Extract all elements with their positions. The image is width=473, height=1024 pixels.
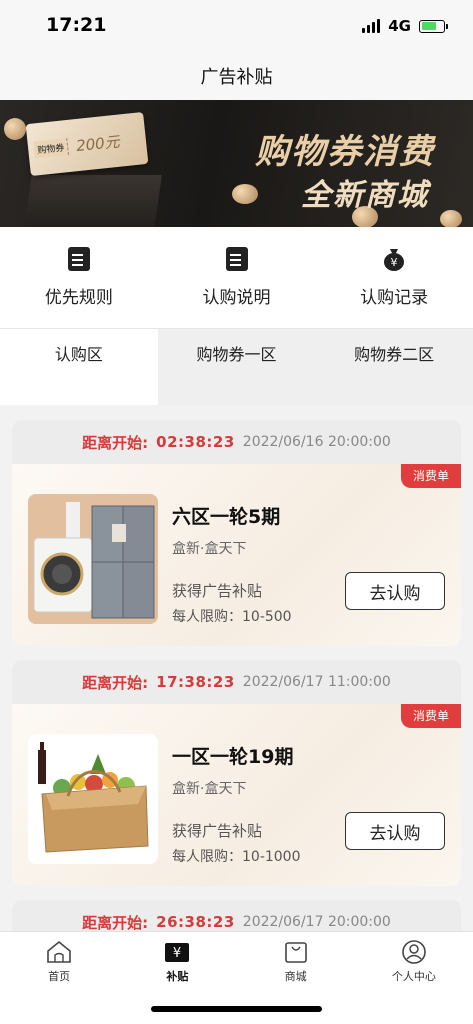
tabbar-label: 个人中心: [391, 970, 436, 983]
tabbar-label: 补贴: [166, 970, 189, 983]
subsidy-icon: ¥: [164, 940, 190, 964]
zone-tabs: 认购区 购物券一区 购物券二区: [0, 329, 473, 405]
product-title: 六区一轮5期: [172, 506, 281, 528]
start-date: 2022/06/17 20:00:00: [242, 914, 391, 930]
tabbar-home[interactable]: 首页: [0, 932, 118, 1024]
countdown-label: 距离开始:: [82, 433, 149, 452]
banner-stage: [24, 175, 162, 227]
status-bar: 17:21 4G: [0, 0, 473, 52]
card-countdown: 距离开始: 02:38:23 2022/06/16 20:00:00: [12, 420, 461, 464]
product-image-appliances: [28, 494, 158, 624]
countdown-label: 距离开始:: [82, 673, 149, 692]
tab-coupon-zone-1[interactable]: 购物券一区: [158, 329, 316, 405]
card-body: 消费单 一区一轮19期 盒新·盒天下 获得广告补贴 每人限购：10-1000 去…: [12, 704, 461, 886]
coin-icon: [4, 118, 26, 140]
nav-bar: 广告补贴: [0, 52, 473, 100]
profile-icon: [401, 940, 427, 964]
status-time: 17:21: [46, 14, 107, 36]
banner-headline: 购物券消费: [255, 132, 435, 172]
coupon-tag: 购物券: [33, 137, 70, 158]
purchase-limit: 每人限购：10-1000: [172, 849, 301, 865]
card-body: 消费单 六区一轮5期 盒新·盒天下 获得广告补贴 每人限购：10-500 去认购: [12, 464, 461, 646]
subscribe-button[interactable]: 去认购: [345, 572, 445, 610]
countdown-time: 17:38:23: [156, 673, 235, 691]
coupon-amount: 200元: [75, 132, 121, 155]
coin-icon: [232, 184, 258, 204]
subscribe-button[interactable]: 去认购: [345, 812, 445, 850]
battery-icon: [419, 19, 448, 33]
svg-text:¥: ¥: [173, 946, 181, 961]
countdown-time: 26:38:23: [156, 913, 235, 931]
countdown-label: 距离开始:: [82, 913, 149, 932]
tabbar-profile[interactable]: 个人中心: [355, 932, 473, 1024]
shortcut-label: 认购说明: [202, 288, 271, 308]
product-benefit: 获得广告补贴: [172, 582, 263, 600]
page-title: 广告补贴: [200, 67, 273, 88]
promo-banner[interactable]: 购物券 200元 购物券消费 全新商城: [0, 100, 473, 227]
product-subtitle: 盒新·盒天下: [172, 781, 247, 797]
shortcut-label: 优先规则: [44, 288, 113, 308]
tab-subscription-zone[interactable]: 认购区: [0, 329, 158, 405]
tab-coupon-zone-2[interactable]: 购物券二区: [315, 329, 473, 405]
shortcut-subscription-guide[interactable]: 认购说明: [158, 227, 316, 328]
coin-icon: [440, 210, 462, 227]
shortcut-label: 认购记录: [360, 288, 429, 308]
document-icon: [67, 247, 90, 271]
product-card[interactable]: 距离开始: 02:38:23 2022/06/16 20:00:00 消费单 六…: [12, 420, 461, 646]
signal-icon: [362, 19, 381, 33]
banner-subheadline: 全新商城: [301, 178, 429, 213]
svg-text:¥: ¥: [391, 256, 398, 269]
product-benefit: 获得广告补贴: [172, 822, 263, 840]
network-label: 4G: [388, 17, 411, 35]
document-icon: [225, 247, 248, 271]
product-subtitle: 盒新·盒天下: [172, 541, 247, 557]
consumption-tag: 消费单: [400, 704, 461, 728]
home-icon: [46, 940, 72, 964]
tabbar-label: 首页: [48, 970, 71, 983]
home-indicator: [151, 1006, 322, 1012]
coupon-graphic: 购物券 200元: [25, 111, 149, 177]
card-countdown: 距离开始: 17:38:23 2022/06/17 11:00:00: [12, 660, 461, 704]
purchase-limit: 每人限购：10-500: [172, 609, 292, 625]
shortcut-priority-rules[interactable]: 优先规则: [0, 227, 158, 328]
shopping-bag-icon: [283, 940, 309, 964]
product-card[interactable]: 距离开始: 17:38:23 2022/06/17 11:00:00 消费单 一…: [12, 660, 461, 886]
start-date: 2022/06/16 20:00:00: [242, 434, 391, 450]
countdown-time: 02:38:23: [156, 433, 235, 451]
start-date: 2022/06/17 11:00:00: [242, 674, 391, 690]
shortcut-row: 优先规则 认购说明 ¥ 认购记录: [0, 227, 473, 329]
product-title: 一区一轮19期: [172, 746, 294, 768]
shortcut-subscription-records[interactable]: ¥ 认购记录: [315, 227, 473, 328]
status-indicators: 4G: [362, 17, 448, 35]
consumption-tag: 消费单: [400, 464, 461, 488]
product-image-fruit-basket: [28, 734, 158, 864]
tabbar-label: 商城: [284, 970, 307, 983]
money-bag-icon: ¥: [383, 247, 405, 271]
